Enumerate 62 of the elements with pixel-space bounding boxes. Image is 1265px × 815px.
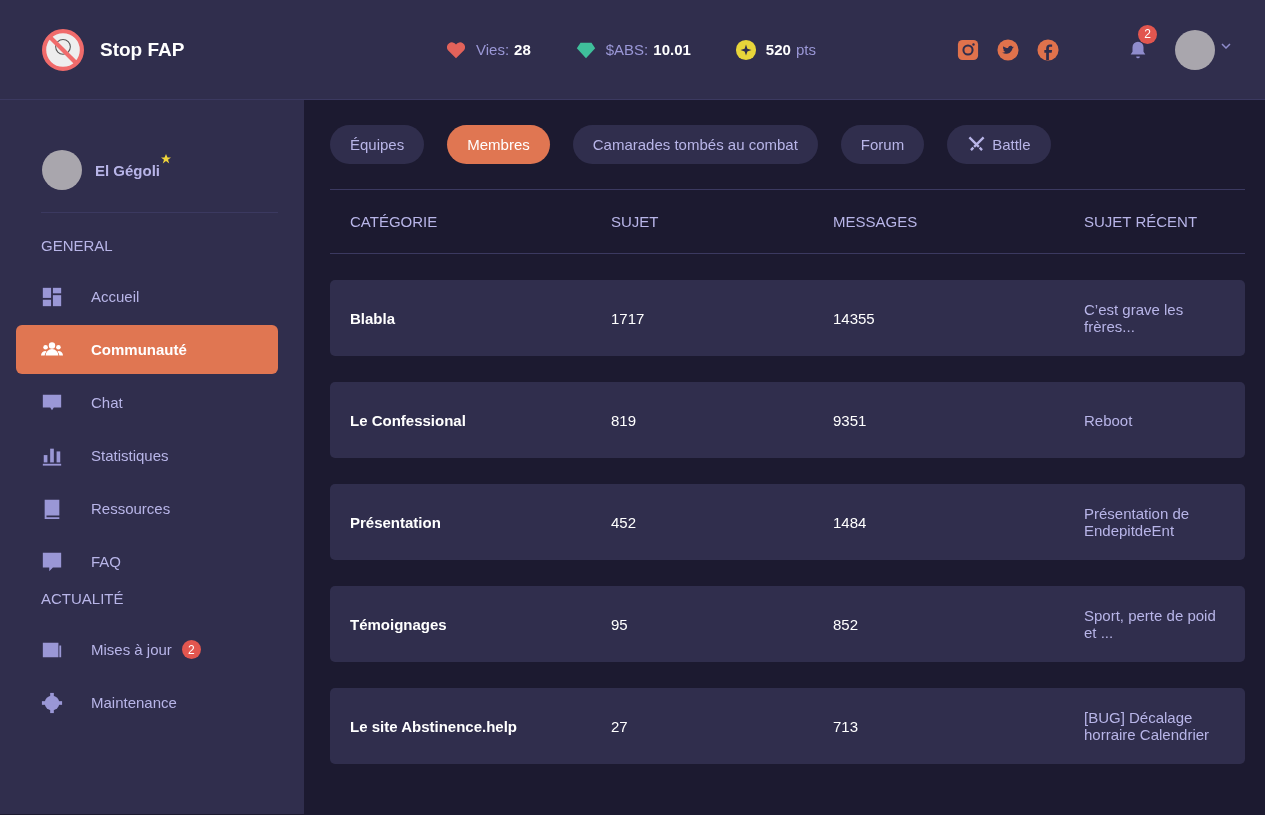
table-cell-text: 95 bbox=[611, 615, 629, 633]
table-cell-text: C’est grave les frères... bbox=[1084, 301, 1185, 335]
table-cell-text: Blabla bbox=[350, 309, 396, 327]
column-header: CATÉGORIE bbox=[350, 213, 439, 230]
forum-row[interactable]: Présentation 452 1484 Présentation de EndepitdeEnt bbox=[330, 484, 1245, 560]
table-cell-text: 713 bbox=[833, 717, 860, 735]
tab[interactable]: Forum bbox=[840, 125, 925, 164]
table-cell-text: 819 bbox=[611, 411, 638, 429]
stat-unit: pts bbox=[795, 41, 816, 58]
table-cell-text: 27 bbox=[611, 717, 629, 735]
nav-item[interactable]: Maintenance bbox=[16, 678, 278, 727]
brand-name: Stop FAP bbox=[100, 38, 185, 61]
count-badge: 2 bbox=[181, 640, 201, 659]
star-coin-icon bbox=[734, 38, 757, 61]
table-cell-text: 452 bbox=[611, 513, 638, 531]
forum-row[interactable]: Le site Abstinence.help 27 713 [BUG] Décalage horraire Calendrier bbox=[330, 688, 1245, 764]
tab[interactable]: Équipes bbox=[330, 125, 425, 164]
forum-row[interactable]: Blabla 1717 14355 C’est grave les frères... bbox=[330, 280, 1245, 356]
table-cell-text: [BUG] Décalage horraire Calendrier bbox=[1084, 709, 1211, 743]
nav-item[interactable]: Ressources bbox=[16, 484, 278, 533]
tab[interactable]: Camarades tombés au combat bbox=[572, 125, 818, 164]
facebook-icon[interactable] bbox=[1037, 38, 1059, 61]
table-cell-text: Le site Abstinence.help bbox=[350, 717, 518, 735]
logo-icon bbox=[42, 28, 84, 71]
table-cell-text: Le Confessional bbox=[350, 411, 467, 429]
nav-item[interactable]: Accueil bbox=[16, 272, 278, 321]
column-header: SUJET bbox=[611, 213, 660, 230]
nav-item[interactable]: Statistiques bbox=[16, 431, 278, 480]
table-cell-text: Présentation de EndepitdeEnt bbox=[1084, 505, 1191, 539]
table-cell-text: 14355 bbox=[833, 309, 876, 327]
column-header: MESSAGES bbox=[833, 213, 919, 230]
table-cell-text: 1717 bbox=[611, 309, 646, 327]
table-cell-text: 852 bbox=[833, 615, 860, 633]
stat-value: 10.01 bbox=[653, 41, 691, 58]
forum-row[interactable]: Témoignages 95 852 Sport, perte de poid et ... bbox=[330, 586, 1245, 662]
table-cell-text: Reboot bbox=[1084, 411, 1134, 429]
stat-value: 520 bbox=[765, 41, 791, 58]
stat-label: $ABS: bbox=[605, 41, 649, 58]
table-cell-text: 9351 bbox=[833, 411, 868, 429]
table-cell-text: 1484 bbox=[833, 513, 868, 531]
stat-value: 28 bbox=[514, 41, 531, 58]
instagram-icon[interactable] bbox=[957, 38, 979, 61]
column-header: SUJET RÉCENT bbox=[1084, 213, 1199, 230]
chevron-down-icon[interactable] bbox=[1221, 42, 1231, 49]
forum-row[interactable]: Le Confessional 819 9351 Reboot bbox=[330, 382, 1245, 458]
grid-icon bbox=[41, 285, 63, 308]
table-cell-text: Sport, perte de poid et ... bbox=[1084, 607, 1217, 641]
tab[interactable]: Battle bbox=[947, 125, 1051, 164]
section-heading: ACTUALITÉ bbox=[41, 590, 125, 607]
nav-item[interactable]: Chat bbox=[16, 378, 278, 427]
user-name: El Gégoli bbox=[95, 161, 160, 179]
nav-item[interactable]: Mises à jour 2 bbox=[16, 625, 278, 674]
twitter-icon[interactable] bbox=[997, 38, 1019, 61]
notification-badge: 2 bbox=[1138, 24, 1157, 44]
star-icon bbox=[160, 153, 172, 165]
table-cell-text: Témoignages bbox=[350, 615, 448, 633]
avatar bbox=[42, 150, 82, 190]
nav-item[interactable]: FAQ bbox=[16, 537, 278, 586]
table-cell-text: Présentation bbox=[350, 513, 442, 531]
section-heading: GENERAL bbox=[41, 237, 114, 254]
avatar[interactable] bbox=[1175, 29, 1215, 70]
stat-label: Vies: bbox=[476, 41, 510, 58]
